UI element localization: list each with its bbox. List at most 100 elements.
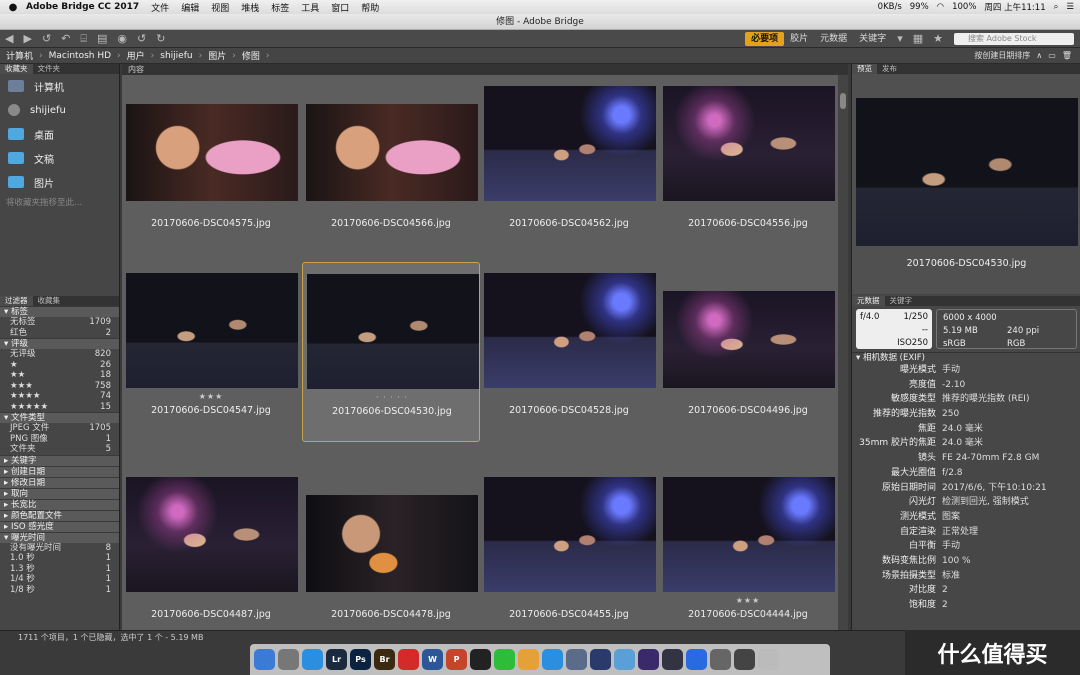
thumbnail-image[interactable] (484, 477, 656, 592)
filter-row[interactable]: 文件夹 5 (0, 444, 119, 455)
workspace-metadata[interactable]: 元数据 (814, 32, 853, 46)
fav-computer[interactable]: 计算机 (0, 74, 119, 98)
thumbnail-image[interactable] (126, 477, 298, 592)
thumbnail-image[interactable] (307, 274, 479, 389)
thumbnail-item[interactable]: 20170606-DSC04556.jpg (659, 75, 837, 255)
shield-icon[interactable] (686, 649, 707, 670)
filter-row[interactable]: PNG 图像 1 (0, 434, 119, 445)
thumbnail-item[interactable]: 20170606-DSC04487.jpg (122, 466, 300, 646)
filter-row[interactable]: JPEG 文件 1705 (0, 423, 119, 434)
menu-label[interactable]: 标签 (271, 1, 289, 14)
finder-icon[interactable] (254, 649, 275, 670)
workspace-essentials[interactable]: 必要项 (745, 31, 785, 46)
spotlight-icon[interactable]: ⌕ (1054, 2, 1059, 12)
thumbnail-image[interactable] (484, 273, 656, 388)
thumbnail-rating[interactable]: ★★★ (122, 392, 300, 401)
forward-icon[interactable]: ▶ (23, 32, 31, 45)
menu-file[interactable]: 文件 (151, 1, 169, 14)
filter-section-header[interactable]: ▾ 曝光时间 (0, 531, 119, 543)
refine-icon[interactable]: ▤ (97, 32, 107, 45)
sort-dropdown[interactable]: 按创建日期排序 (974, 50, 1030, 61)
lightroom-icon[interactable]: Lr (326, 649, 347, 670)
workspace-dropdown-icon[interactable]: ▾ (897, 32, 903, 45)
filter-row[interactable]: ★★★★★ 15 (0, 402, 119, 413)
tab-preview[interactable]: 预览 (852, 64, 877, 74)
wechat-icon[interactable] (494, 649, 515, 670)
fav-user[interactable]: shijiefu (0, 98, 119, 122)
filter-section-header[interactable]: ▸ 颜色配置文件 (0, 509, 119, 521)
new-folder-icon[interactable]: ▭ (1048, 51, 1056, 60)
trash-icon[interactable] (758, 649, 779, 670)
qq-icon[interactable] (470, 649, 491, 670)
app-store-icon[interactable] (542, 649, 563, 670)
tab-folders[interactable]: 文件夹 (33, 64, 66, 74)
menu-help[interactable]: 帮助 (361, 1, 379, 14)
filter-row[interactable]: 无标签 1709 (0, 317, 119, 328)
powerpoint-icon[interactable]: P (446, 649, 467, 670)
word-icon[interactable]: W (422, 649, 443, 670)
filter-section-header[interactable]: ▸ 取向 (0, 487, 119, 499)
filter-section-header[interactable]: ▾ 评级 (0, 338, 119, 349)
filter-row[interactable]: 红色 2 (0, 328, 119, 339)
menu-list-icon[interactable]: ☰ (1066, 2, 1074, 12)
menu-stack[interactable]: 堆栈 (241, 1, 259, 14)
filter-section-header[interactable]: ▸ 修改日期 (0, 476, 119, 488)
thumbnail-item[interactable]: 20170606-DSC04455.jpg (480, 466, 658, 646)
filter-section-header[interactable]: ▸ 创建日期 (0, 465, 119, 477)
breadcrumb-users[interactable]: 用户 (127, 49, 145, 62)
content-scrollbar[interactable] (838, 75, 848, 630)
filter-row[interactable]: 1/8 秒 1 (0, 585, 119, 596)
menu-edit[interactable]: 编辑 (181, 1, 199, 14)
thumbnail-image[interactable] (484, 86, 656, 201)
thumbnail-image[interactable] (663, 86, 835, 201)
thumbnail-item[interactable]: 20170606-DSC04562.jpg (480, 75, 658, 255)
thumbnail-item[interactable]: ★★★ 20170606-DSC04547.jpg (122, 262, 300, 442)
boomerang-icon[interactable]: ↶ (61, 32, 70, 45)
search-input[interactable]: 搜索 Adobe Stock (954, 32, 1074, 45)
thumbnail-image[interactable] (663, 291, 835, 388)
preferences-icon[interactable] (710, 649, 731, 670)
thumbnail-rating[interactable]: ★★★ (659, 596, 837, 605)
preview-image[interactable] (856, 98, 1078, 246)
filter-section-header[interactable]: ▸ ISO 感光度 (0, 520, 119, 532)
photoshop-icon[interactable]: Ps (350, 649, 371, 670)
tab-keywords[interactable]: 关键字 (885, 296, 918, 306)
filter-section-header[interactable]: ▸ 长宽比 (0, 498, 119, 510)
apple-icon[interactable]: ● (0, 2, 26, 13)
thumbnail-item[interactable]: 20170606-DSC04566.jpg (302, 75, 480, 255)
tab-content[interactable]: 内容 (128, 65, 144, 74)
workspace-filmstrip[interactable]: 胶片 (784, 32, 814, 46)
thumbnail-image[interactable] (663, 477, 835, 592)
tab-metadata[interactable]: 元数据 (852, 296, 885, 306)
scroll-thumb[interactable] (840, 93, 846, 109)
menu-window[interactable]: 窗口 (331, 1, 349, 14)
filter-row[interactable]: 没有曝光时间 8 (0, 543, 119, 554)
recent-icon[interactable]: ↺ (42, 32, 51, 45)
workspace-keywords[interactable]: 关键字 (853, 32, 892, 46)
photos-icon[interactable] (518, 649, 539, 670)
thumbnail-item[interactable]: 20170606-DSC04528.jpg (480, 262, 658, 442)
exif-section-header[interactable]: ▾ 相机数据 (EXIF) (852, 352, 1080, 363)
fav-pictures[interactable]: 图片 (0, 170, 119, 194)
imovie-icon[interactable] (638, 649, 659, 670)
open-in-camera-raw-icon[interactable]: ◉ (117, 32, 127, 45)
filter-section-header[interactable]: ▾ 文件类型 (0, 412, 119, 423)
thumbnail-image[interactable] (306, 104, 478, 201)
filter-row[interactable]: ★★★★ 74 (0, 391, 119, 402)
filter-section-header[interactable]: ▾ 标签 (0, 306, 119, 317)
filter-row[interactable]: ★★★ 758 (0, 381, 119, 392)
breadcrumb-computer[interactable]: 计算机 (6, 49, 33, 62)
launchpad-icon[interactable] (278, 649, 299, 670)
menu-view[interactable]: 视图 (211, 1, 229, 14)
safari-icon[interactable] (302, 649, 323, 670)
rotate-right-icon[interactable]: ↻ (156, 32, 165, 45)
cloud-icon[interactable] (566, 649, 587, 670)
menu-tools[interactable]: 工具 (301, 1, 319, 14)
filter-row[interactable]: 1.3 秒 1 (0, 564, 119, 575)
tab-favorites[interactable]: 收藏夹 (0, 64, 33, 74)
thumbnail-image[interactable] (306, 495, 478, 592)
thumbnail-image[interactable] (126, 273, 298, 388)
fav-documents[interactable]: 文稿 (0, 146, 119, 170)
screenshot-icon[interactable] (734, 649, 755, 670)
filter-row[interactable]: 1/4 秒 1 (0, 574, 119, 585)
